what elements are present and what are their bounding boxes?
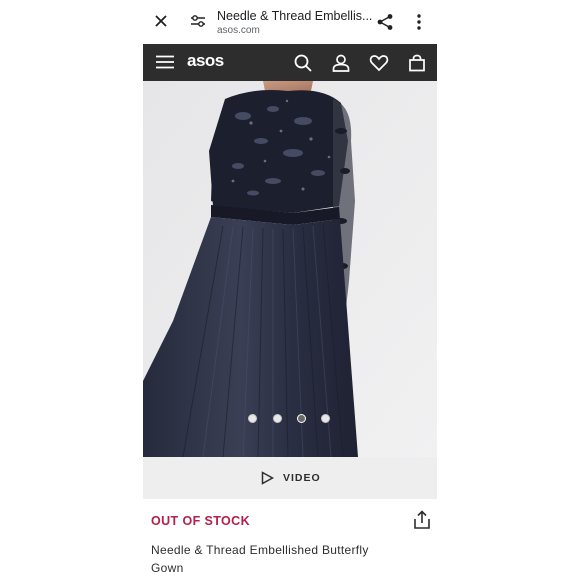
product-name: Needle & Thread Embellished Butterfly Go… [151,543,369,575]
account-icon[interactable] [331,53,351,73]
browser-toolbar: Needle & Thread Embellis... asos.com [143,0,437,44]
share-upload-icon[interactable] [413,510,431,530]
site-header: asos [143,44,437,81]
asos-logo[interactable]: asos [187,51,224,71]
carousel-dot-active[interactable] [297,414,306,423]
heart-icon[interactable] [369,53,389,73]
play-icon [261,471,274,485]
video-label: VIDEO [283,472,321,484]
share-icon[interactable] [375,12,395,32]
video-button[interactable]: VIDEO [143,457,437,499]
stock-status: OUT OF STOCK [151,514,251,528]
more-vert-icon[interactable] [409,12,429,32]
page-settings-icon[interactable] [189,12,207,30]
menu-icon[interactable] [156,55,174,69]
search-icon[interactable] [293,53,313,73]
carousel-dot[interactable] [321,414,330,423]
page-url[interactable]: asos.com [217,25,260,36]
phone-screen: Needle & Thread Embellis... asos.com aso… [143,0,437,580]
close-icon[interactable] [151,11,171,31]
dress-illustration [143,81,437,457]
carousel-dots [143,414,437,424]
carousel-dot[interactable] [273,414,282,423]
page-title[interactable]: Needle & Thread Embellis... [217,9,373,23]
product-image[interactable] [143,81,437,457]
bag-icon[interactable] [407,53,427,73]
carousel-dot[interactable] [248,414,257,423]
